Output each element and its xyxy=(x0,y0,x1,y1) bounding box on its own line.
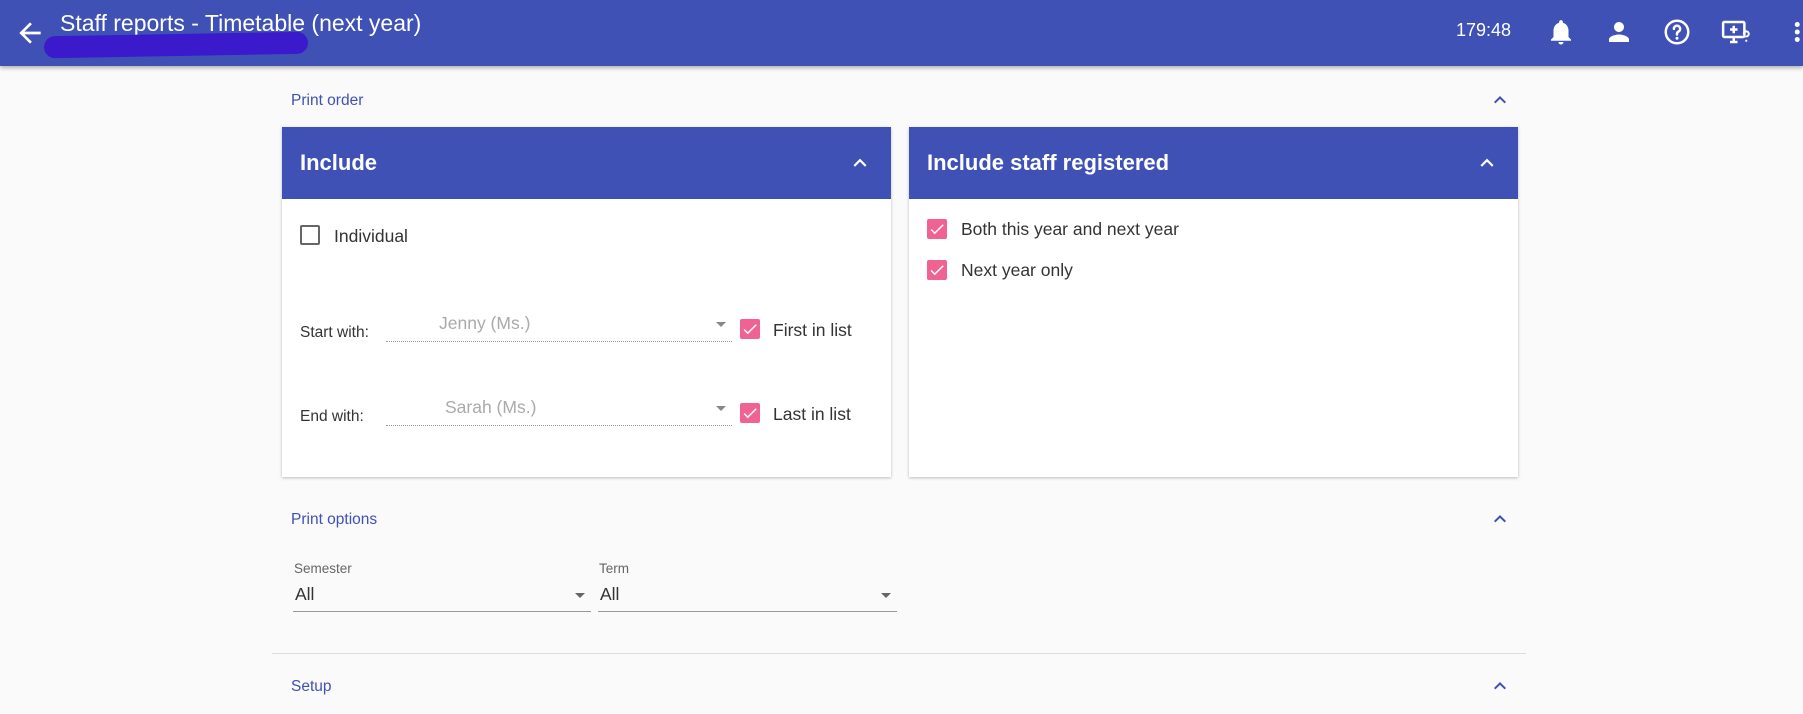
account-icon xyxy=(1609,22,1629,42)
both-years-label: Both this year and next year xyxy=(961,219,1179,239)
print-order-title: Print order xyxy=(291,92,364,109)
first-in-list-label: First in list xyxy=(773,320,852,340)
include-card-title: Include xyxy=(300,150,378,175)
include-card-header: Include xyxy=(282,127,891,199)
account-button[interactable] xyxy=(1604,17,1634,47)
dropdown-arrow-icon xyxy=(881,593,891,598)
include-staff-registered-card-title: Include staff registered xyxy=(927,150,1170,175)
redaction-scribble xyxy=(43,31,309,59)
dropdown-arrow-icon xyxy=(575,593,585,598)
chevron-up-icon xyxy=(1494,515,1506,523)
semester-label: Semester xyxy=(294,561,352,576)
screen-share-button[interactable] xyxy=(1720,17,1750,47)
notifications-bell-icon xyxy=(1551,20,1571,45)
back-button[interactable] xyxy=(14,17,46,49)
more-vert-icon xyxy=(1794,22,1800,42)
checkmark-icon xyxy=(743,324,757,335)
first-in-list-checkbox[interactable] xyxy=(740,319,760,339)
notifications-button[interactable] xyxy=(1546,17,1576,47)
end-with-label: End with: xyxy=(300,408,364,425)
start-with-select[interactable]: Jenny (Ms.) xyxy=(386,311,732,342)
semester-select[interactable]: All xyxy=(293,579,591,612)
individual-checkbox[interactable] xyxy=(300,225,320,245)
more-menu-button[interactable] xyxy=(1784,17,1803,47)
chevron-up-icon[interactable] xyxy=(847,150,873,176)
next-year-only-label: Next year only xyxy=(961,260,1073,280)
semester-value: All xyxy=(295,584,315,604)
setup-title: Setup xyxy=(291,678,332,695)
term-value: All xyxy=(600,584,620,604)
start-with-value: Jenny (Ms.) xyxy=(439,313,531,333)
checkmark-icon xyxy=(930,265,944,276)
last-in-list-label: Last in list xyxy=(773,404,851,424)
chevron-up-icon[interactable] xyxy=(1474,150,1500,176)
last-in-list-checkbox[interactable] xyxy=(740,403,760,423)
next-year-only-checkbox[interactable] xyxy=(927,260,947,280)
dropdown-arrow-icon xyxy=(716,322,726,327)
arrow-back-icon xyxy=(19,22,41,44)
help-icon xyxy=(1664,19,1690,45)
term-select[interactable]: All xyxy=(598,579,897,612)
include-card: Include Individual Start with: Jenny (Ms… xyxy=(282,127,891,477)
individual-label: Individual xyxy=(334,226,408,246)
both-years-checkbox[interactable] xyxy=(927,219,947,239)
include-staff-registered-card: Include staff registered Both this year … xyxy=(909,127,1518,477)
screen-share-icon xyxy=(1721,20,1750,44)
print-order-section-header[interactable]: Print order xyxy=(272,78,1528,122)
session-timer: 179:48 xyxy=(1456,20,1512,40)
checkmark-icon xyxy=(930,224,944,235)
start-with-label: Start with: xyxy=(300,324,369,341)
section-divider xyxy=(272,653,1526,654)
print-options-section-header[interactable]: Print options xyxy=(272,497,1528,541)
term-label: Term xyxy=(599,561,629,576)
setup-section-header[interactable]: Setup xyxy=(272,664,1528,708)
checkmark-icon xyxy=(743,408,757,419)
print-options-title: Print options xyxy=(291,511,378,528)
include-staff-registered-card-header: Include staff registered xyxy=(909,127,1518,199)
app-bar: Staff reports - Timetable (next year) 17… xyxy=(0,0,1803,66)
chevron-up-icon xyxy=(1494,96,1506,104)
dropdown-arrow-icon xyxy=(716,406,726,411)
end-with-select[interactable]: Sarah (Ms.) xyxy=(386,395,732,426)
help-button[interactable] xyxy=(1662,17,1692,47)
chevron-up-icon xyxy=(1494,682,1506,690)
end-with-value: Sarah (Ms.) xyxy=(445,397,537,417)
